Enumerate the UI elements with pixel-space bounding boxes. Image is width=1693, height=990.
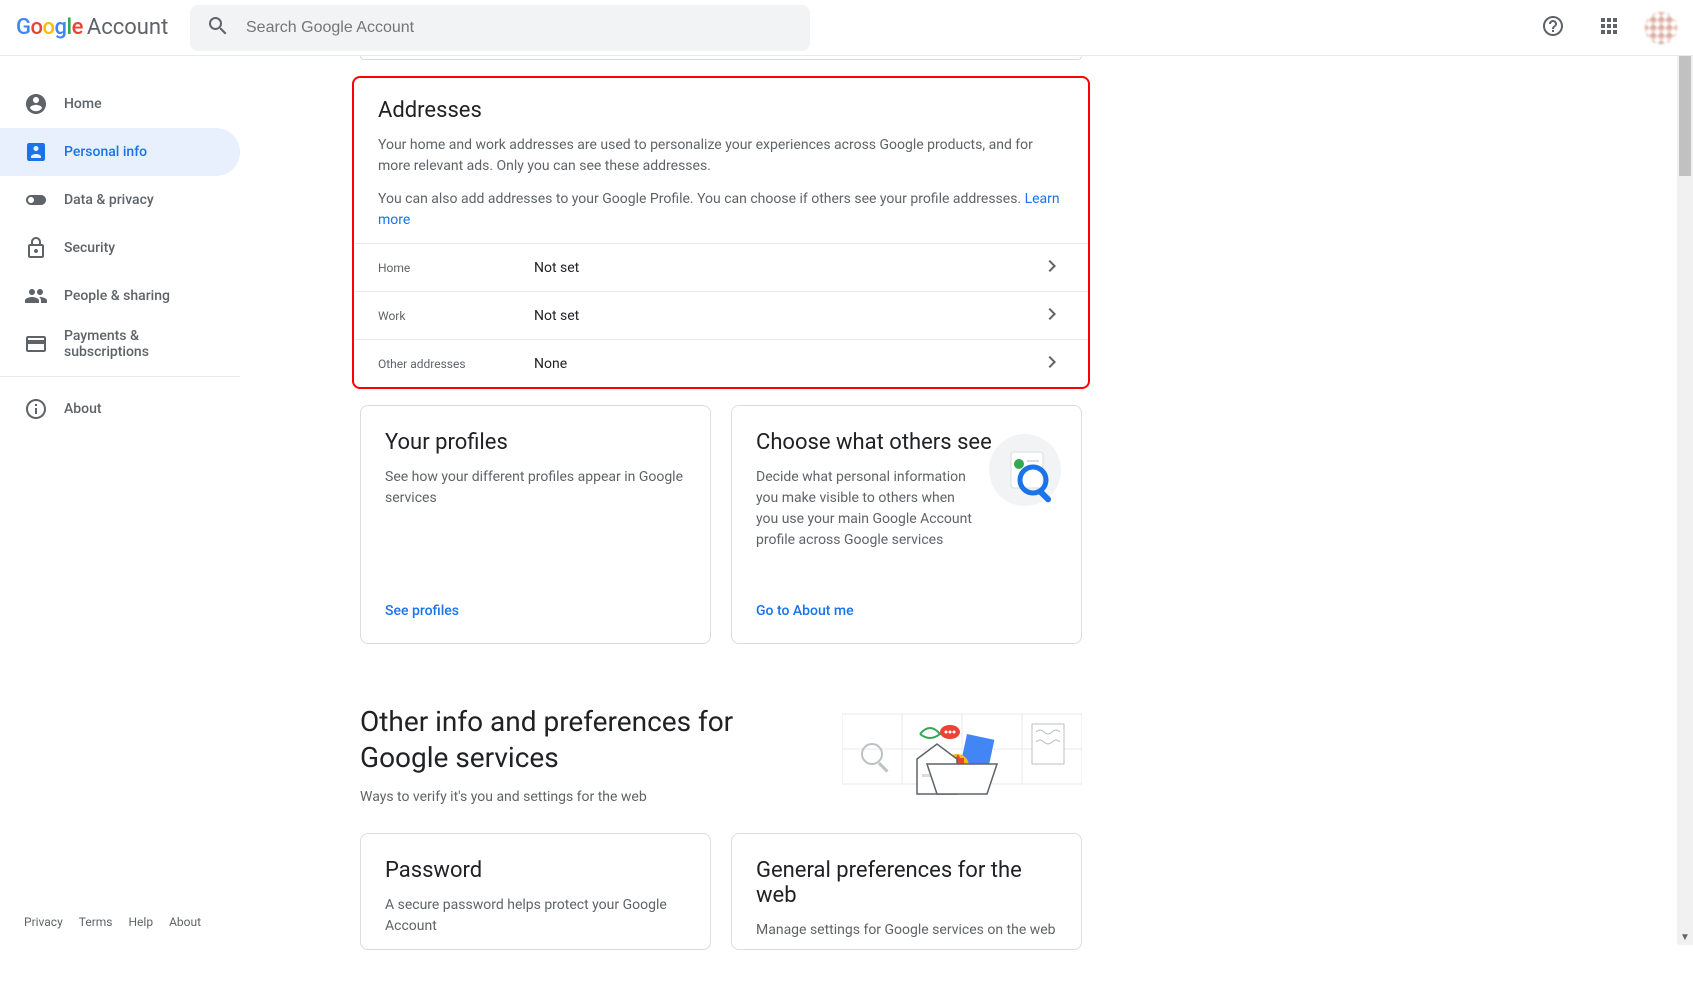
id-card-icon — [24, 140, 48, 164]
general-prefs-title: General preferences for the web — [756, 858, 1057, 908]
others-see-desc: Decide what personal information you mak… — [756, 467, 976, 551]
info-icon — [24, 397, 48, 421]
apps-grid-icon — [1597, 14, 1621, 42]
footer-about-link[interactable]: About — [169, 915, 201, 929]
row-value: Not set — [534, 308, 1040, 324]
scrollbar-track[interactable]: ▲ ▼ — [1677, 0, 1693, 945]
addresses-card: Addresses Your home and work addresses a… — [352, 76, 1090, 389]
sidebar-item-personal-info[interactable]: Personal info — [0, 128, 240, 176]
row-label: Other addresses — [378, 357, 534, 371]
sidebar-item-payments[interactable]: Payments & subscriptions — [0, 320, 240, 368]
footer-privacy-link[interactable]: Privacy — [24, 915, 63, 929]
apps-button[interactable] — [1589, 8, 1629, 48]
password-title: Password — [385, 858, 686, 883]
sidebar-item-label: Home — [64, 96, 102, 112]
lock-icon — [24, 236, 48, 260]
see-profiles-link[interactable]: See profiles — [385, 563, 686, 619]
help-icon — [1541, 14, 1565, 42]
address-row-work[interactable]: Work Not set — [354, 291, 1088, 339]
your-profiles-card: Your profiles See how your different pro… — [360, 405, 711, 644]
row-label: Home — [378, 261, 534, 275]
go-to-about-me-link[interactable]: Go to About me — [756, 563, 1057, 619]
footer-help-link[interactable]: Help — [129, 915, 154, 929]
search-bar[interactable] — [190, 5, 810, 51]
choose-what-others-see-card: Choose what others see Decide what perso… — [731, 405, 1082, 644]
sidebar-item-label: About — [64, 401, 102, 417]
home-icon — [24, 92, 48, 116]
chevron-right-icon — [1040, 302, 1064, 330]
account-product-text: Account — [87, 15, 168, 40]
sidebar-item-label: Personal info — [64, 144, 147, 160]
sidebar-item-people-sharing[interactable]: People & sharing — [0, 272, 240, 320]
people-icon — [24, 284, 48, 308]
sidebar: Home Personal info Data & privacy Securi… — [0, 56, 280, 945]
footer-terms-link[interactable]: Terms — [79, 915, 113, 929]
row-value: Not set — [534, 260, 1040, 276]
chevron-right-icon — [1040, 350, 1064, 378]
other-info-sub: Ways to verify it's you and settings for… — [360, 789, 782, 805]
prev-card-stub — [360, 56, 1082, 60]
google-logo: Google — [16, 15, 83, 40]
sidebar-item-label: Data & privacy — [64, 192, 154, 208]
logo-area[interactable]: Google Account — [16, 15, 186, 40]
scroll-down-arrow-icon[interactable]: ▼ — [1677, 929, 1693, 945]
address-row-home[interactable]: Home Not set — [354, 243, 1088, 291]
header-right — [1533, 8, 1677, 48]
sidebar-item-label: Payments & subscriptions — [64, 328, 216, 360]
addresses-desc-1: Your home and work addresses are used to… — [378, 135, 1064, 177]
preferences-illustration-icon — [842, 704, 1082, 804]
password-desc: A secure password helps protect your Goo… — [385, 895, 686, 937]
sidebar-item-data-privacy[interactable]: Data & privacy — [0, 176, 240, 224]
sidebar-item-home[interactable]: Home — [0, 80, 240, 128]
other-info-heading: Other info and preferences for Google se… — [360, 704, 782, 777]
password-card[interactable]: Password A secure password helps protect… — [360, 833, 711, 950]
addresses-desc-2-text: You can also add addresses to your Googl… — [378, 191, 1025, 207]
sidebar-item-security[interactable]: Security — [0, 224, 240, 272]
row-value: None — [534, 356, 1040, 372]
main-content: Addresses Your home and work addresses a… — [280, 56, 1693, 990]
card-icon — [24, 332, 48, 356]
addresses-title: Addresses — [378, 98, 1064, 123]
profiles-title: Your profiles — [385, 430, 686, 455]
profile-magnifier-icon — [989, 434, 1061, 506]
general-prefs-card[interactable]: General preferences for the web Manage s… — [731, 833, 1082, 950]
sidebar-footer: Privacy Terms Help About — [0, 899, 280, 945]
search-icon — [206, 14, 230, 42]
addresses-desc-2: You can also add addresses to your Googl… — [378, 189, 1064, 231]
nav-divider — [0, 376, 240, 377]
profiles-desc: See how your different profiles appear i… — [385, 467, 686, 509]
chevron-right-icon — [1040, 254, 1064, 282]
sidebar-item-label: Security — [64, 240, 115, 256]
sidebar-item-label: People & sharing — [64, 288, 170, 304]
search-input[interactable] — [246, 19, 794, 37]
sidebar-item-about[interactable]: About — [0, 385, 240, 433]
avatar[interactable] — [1645, 12, 1677, 44]
header-bar: Google Account — [0, 0, 1693, 56]
general-prefs-desc: Manage settings for Google services on t… — [756, 920, 1057, 941]
help-button[interactable] — [1533, 8, 1573, 48]
toggle-icon — [24, 188, 48, 212]
row-label: Work — [378, 309, 534, 323]
address-row-other[interactable]: Other addresses None — [354, 339, 1088, 387]
